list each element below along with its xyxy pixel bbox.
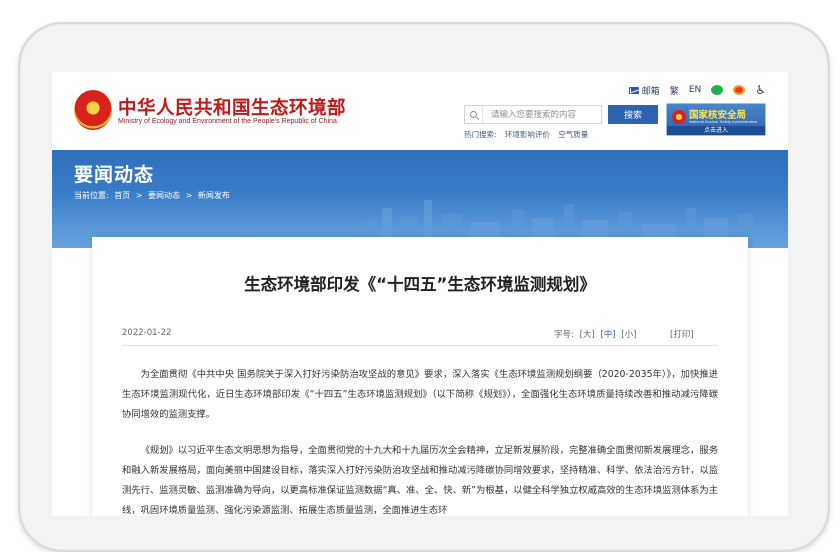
breadcrumb-release[interactable]: 新闻发布 [198, 191, 230, 200]
search-box [464, 105, 602, 124]
meta-divider [122, 345, 718, 346]
english-link[interactable]: EN [689, 85, 701, 95]
nnsa-emblem-icon [672, 110, 686, 124]
paragraph-text: 《规划》以习近平生态文明思想为指导，全面贯彻党的十九大和十九届历次全会精神，立足… [122, 445, 718, 516]
nnsa-banner-link[interactable]: 国家核安全局 National Nuclear Safety Administr… [666, 103, 766, 136]
paragraph-text: 为全面贯彻《中共中央 国务院关于深入打好污染防治攻坚战的意见》要求，深入落实《生… [122, 369, 718, 420]
breadcrumb-prefix: 当前位置: [74, 191, 109, 200]
publish-date: 2022-01-22 [122, 328, 172, 338]
font-size-label: 字号: [554, 330, 574, 340]
breadcrumb: 当前位置: 首页 > 要闻动态 > 新闻发布 [74, 190, 233, 201]
site-header: 中华人民共和国生态环境部 Ministry of Ecology and Env… [52, 72, 788, 150]
hot-search: 热门搜索: 环境影响评价 空气质量 [464, 129, 594, 140]
breadcrumb-home[interactable]: 首页 [114, 191, 130, 200]
article-meta: 2022-01-22 字号: [大] [中] [小] [打印] [122, 328, 718, 342]
accessibility-icon[interactable]: ♿ [755, 83, 766, 97]
hot-search-label: 热门搜索: [464, 130, 497, 139]
font-size-switcher: 字号: [大] [中] [小] [554, 328, 639, 340]
hot-search-item[interactable]: 环境影响评价 [505, 130, 550, 139]
search-icon [465, 106, 483, 123]
search-input[interactable] [483, 109, 593, 120]
weibo-icon[interactable] [733, 85, 746, 95]
top-links: 邮箱 繁 EN ♿ [628, 82, 766, 98]
search-button[interactable]: 搜索 [608, 105, 658, 124]
site-subtitle: Ministry of Ecology and Environment of t… [118, 118, 337, 125]
nnsa-subtitle: National Nuclear Safety Administration [689, 119, 758, 124]
article-title: 生态环境部印发《“十四五”生态环境监测规划》 [244, 275, 596, 294]
font-size-large[interactable]: [大] [580, 330, 595, 340]
traditional-chinese-link[interactable]: 繁 [670, 84, 679, 97]
section-title: 要闻动态 [74, 164, 155, 186]
site-title[interactable]: 中华人民共和国生态环境部 [118, 94, 346, 120]
browser-screen: 中华人民共和国生态环境部 Ministry of Ecology and Env… [52, 72, 788, 516]
font-size-medium[interactable]: [中] [600, 330, 615, 340]
article-paragraph: 《规划》以习近平生态文明思想为指导，全面贯彻党的十九大和十九届历次全会精神，立足… [122, 441, 718, 516]
article-paragraph: 为全面贯彻《中共中央 国务院关于深入打好污染防治攻坚战的意见》要求，深入落实《生… [122, 365, 718, 425]
mail-link[interactable]: 邮箱 [628, 84, 660, 97]
breadcrumb-news[interactable]: 要闻动态 [148, 191, 180, 200]
national-emblem-icon [74, 90, 112, 130]
article-card: 生态环境部印发《“十四五”生态环境监测规划》 2022-01-22 字号: [大… [92, 237, 748, 516]
mail-icon [628, 86, 639, 94]
wechat-icon[interactable] [711, 85, 724, 95]
font-size-small[interactable]: [小] [621, 330, 636, 340]
hot-search-item[interactable]: 空气质量 [558, 130, 588, 139]
mail-label: 邮箱 [641, 86, 660, 97]
breadcrumb-separator: > [185, 191, 193, 200]
nnsa-enter: 点击进入 [667, 126, 765, 135]
breadcrumb-separator: > [135, 191, 143, 200]
print-link[interactable]: [打印] [670, 328, 694, 340]
